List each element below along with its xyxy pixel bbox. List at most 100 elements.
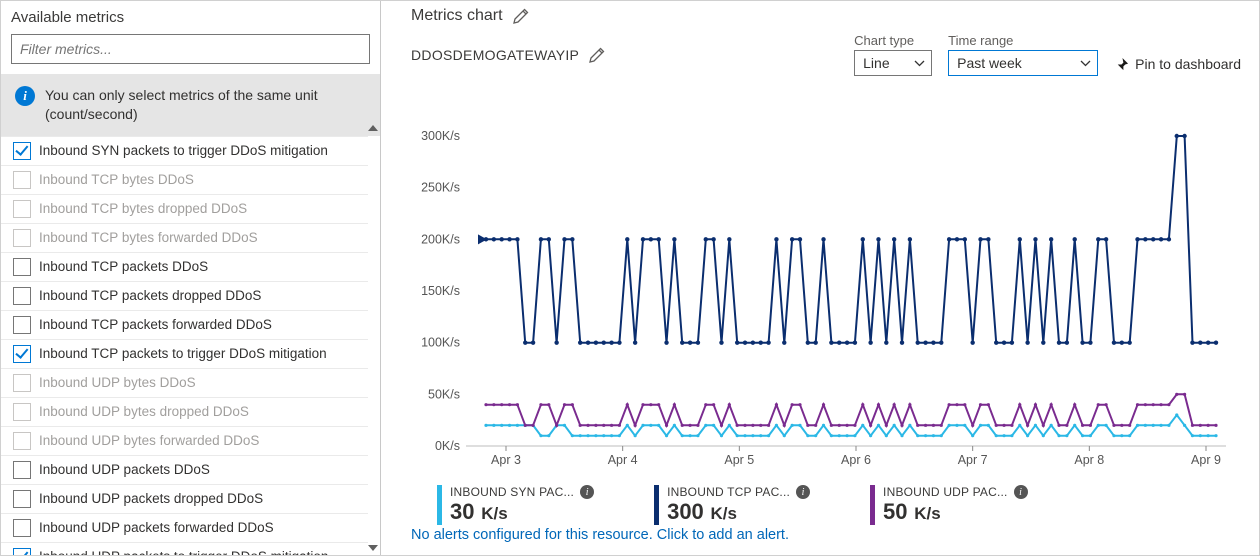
- svg-text:0K/s: 0K/s: [435, 439, 460, 453]
- legend-value: 50: [883, 499, 907, 524]
- metric-row[interactable]: Inbound UDP packets DDoS: [1, 455, 368, 484]
- metric-row: Inbound UDP bytes dropped DDoS: [1, 397, 368, 426]
- legend-unit: K/s: [706, 504, 737, 523]
- legend-name: INBOUND TCP PAC...: [667, 485, 790, 499]
- metric-label: Inbound UDP bytes forwarded DDoS: [39, 433, 259, 448]
- checkbox[interactable]: [13, 461, 31, 479]
- legend-item[interactable]: INBOUND UDP PAC... i 50 K/s: [870, 485, 1028, 525]
- metric-label: Inbound TCP packets forwarded DDoS: [39, 317, 272, 332]
- info-icon: i: [15, 86, 35, 106]
- metric-label: Inbound UDP bytes DDoS: [39, 375, 196, 390]
- legend-value: 300: [667, 499, 704, 524]
- chart-type-value: Line: [863, 55, 889, 71]
- legend-color-bar: [654, 485, 659, 525]
- svg-text:100K/s: 100K/s: [421, 336, 460, 350]
- metric-row: Inbound UDP bytes DDoS: [1, 368, 368, 397]
- info-icon[interactable]: i: [796, 485, 810, 499]
- legend-item[interactable]: INBOUND SYN PAC... i 30 K/s: [437, 485, 594, 525]
- checkbox[interactable]: [13, 258, 31, 276]
- metric-row[interactable]: Inbound UDP packets dropped DDoS: [1, 484, 368, 513]
- checkbox[interactable]: [13, 519, 31, 537]
- metrics-list[interactable]: Inbound SYN packets to trigger DDoS miti…: [1, 136, 380, 555]
- chart-type-select[interactable]: Line: [854, 50, 932, 76]
- legend-value: 30: [450, 499, 474, 524]
- metric-row: Inbound TCP bytes DDoS: [1, 165, 368, 194]
- svg-text:250K/s: 250K/s: [421, 181, 460, 195]
- edit-title-icon[interactable]: [513, 8, 529, 24]
- checkbox: [13, 171, 31, 189]
- metric-row[interactable]: Inbound TCP packets dropped DDoS: [1, 281, 368, 310]
- time-range-value: Past week: [957, 55, 1022, 71]
- metric-row: Inbound TCP bytes dropped DDoS: [1, 194, 368, 223]
- metric-label: Inbound TCP bytes forwarded DDoS: [39, 230, 258, 245]
- svg-text:50K/s: 50K/s: [428, 387, 460, 401]
- pin-to-dashboard-button[interactable]: Pin to dashboard: [1114, 56, 1241, 76]
- info-icon[interactable]: i: [580, 485, 594, 499]
- checkbox: [13, 432, 31, 450]
- metric-label: Inbound TCP packets DDoS: [39, 259, 208, 274]
- checkbox[interactable]: [13, 142, 31, 160]
- checkbox: [13, 200, 31, 218]
- metric-label: Inbound TCP bytes dropped DDoS: [39, 201, 247, 216]
- checkbox: [13, 229, 31, 247]
- svg-text:200K/s: 200K/s: [421, 232, 460, 246]
- metric-row[interactable]: Inbound TCP packets to trigger DDoS miti…: [1, 339, 368, 368]
- checkbox[interactable]: [13, 345, 31, 363]
- metrics-chart[interactable]: 0K/s 50K/s 100K/s 150K/s 200K/s 250K/s 300K/s A…: [411, 126, 1241, 476]
- metric-label: Inbound SYN packets to trigger DDoS miti…: [39, 143, 328, 158]
- legend-unit: K/s: [476, 504, 507, 523]
- metric-row[interactable]: Inbound TCP packets DDoS: [1, 252, 368, 281]
- legend-name: INBOUND SYN PAC...: [450, 485, 574, 499]
- chevron-down-icon: [1080, 60, 1091, 67]
- pin-icon: [1114, 57, 1129, 72]
- legend-unit: K/s: [910, 504, 941, 523]
- checkbox[interactable]: [13, 548, 31, 555]
- legend-name: INBOUND UDP PAC...: [883, 485, 1008, 499]
- svg-text:Apr 8: Apr 8: [1074, 453, 1104, 467]
- svg-text:Apr 7: Apr 7: [958, 453, 988, 467]
- metric-row: Inbound TCP bytes forwarded DDoS: [1, 223, 368, 252]
- add-alert-link[interactable]: No alerts configured for this resource. …: [411, 527, 1241, 543]
- page-title: Metrics chart: [411, 7, 503, 25]
- checkbox: [13, 374, 31, 392]
- metric-label: Inbound TCP bytes DDoS: [39, 172, 194, 187]
- checkbox[interactable]: [13, 490, 31, 508]
- time-range-label: Time range: [948, 33, 1098, 48]
- info-icon[interactable]: i: [1014, 485, 1028, 499]
- metric-label: Inbound TCP packets to trigger DDoS miti…: [39, 346, 327, 361]
- metric-row[interactable]: Inbound TCP packets forwarded DDoS: [1, 310, 368, 339]
- metric-row: Inbound UDP bytes forwarded DDoS: [1, 426, 368, 455]
- metric-label: Inbound UDP bytes dropped DDoS: [39, 404, 249, 419]
- legend-color-bar: [870, 485, 875, 525]
- sidebar-title: Available metrics: [1, 7, 380, 34]
- legend-color-bar: [437, 485, 442, 525]
- svg-text:Apr 3: Apr 3: [491, 453, 521, 467]
- metric-label: Inbound UDP packets DDoS: [39, 462, 210, 477]
- time-range-select[interactable]: Past week: [948, 50, 1098, 76]
- info-text: You can only select metrics of the same …: [45, 86, 370, 124]
- legend-item[interactable]: INBOUND TCP PAC... i 300 K/s: [654, 485, 810, 525]
- metric-label: Inbound TCP packets dropped DDoS: [39, 288, 261, 303]
- filter-metrics-input[interactable]: [11, 34, 370, 64]
- svg-text:Apr 6: Apr 6: [841, 453, 871, 467]
- scrollbar[interactable]: [366, 121, 380, 555]
- checkbox[interactable]: [13, 287, 31, 305]
- metric-row[interactable]: Inbound SYN packets to trigger DDoS miti…: [1, 136, 368, 165]
- pin-label: Pin to dashboard: [1135, 56, 1241, 72]
- info-banner: i You can only select metrics of the sam…: [1, 74, 380, 136]
- chart-type-label: Chart type: [854, 33, 932, 48]
- metric-label: Inbound UDP packets forwarded DDoS: [39, 520, 274, 535]
- checkbox: [13, 403, 31, 421]
- metric-row[interactable]: Inbound UDP packets to trigger DDoS miti…: [1, 542, 368, 555]
- svg-text:Apr 9: Apr 9: [1191, 453, 1221, 467]
- edit-subtitle-icon[interactable]: [589, 47, 605, 63]
- metric-label: Inbound UDP packets dropped DDoS: [39, 491, 263, 506]
- svg-text:Apr 5: Apr 5: [724, 453, 754, 467]
- checkbox[interactable]: [13, 316, 31, 334]
- resource-subtitle: DDOSDEMOGATEWAYIP: [411, 47, 579, 63]
- metric-row[interactable]: Inbound UDP packets forwarded DDoS: [1, 513, 368, 542]
- metric-label: Inbound UDP packets to trigger DDoS miti…: [39, 549, 328, 555]
- chevron-down-icon: [914, 60, 925, 67]
- svg-text:300K/s: 300K/s: [421, 129, 460, 143]
- svg-text:150K/s: 150K/s: [421, 284, 460, 298]
